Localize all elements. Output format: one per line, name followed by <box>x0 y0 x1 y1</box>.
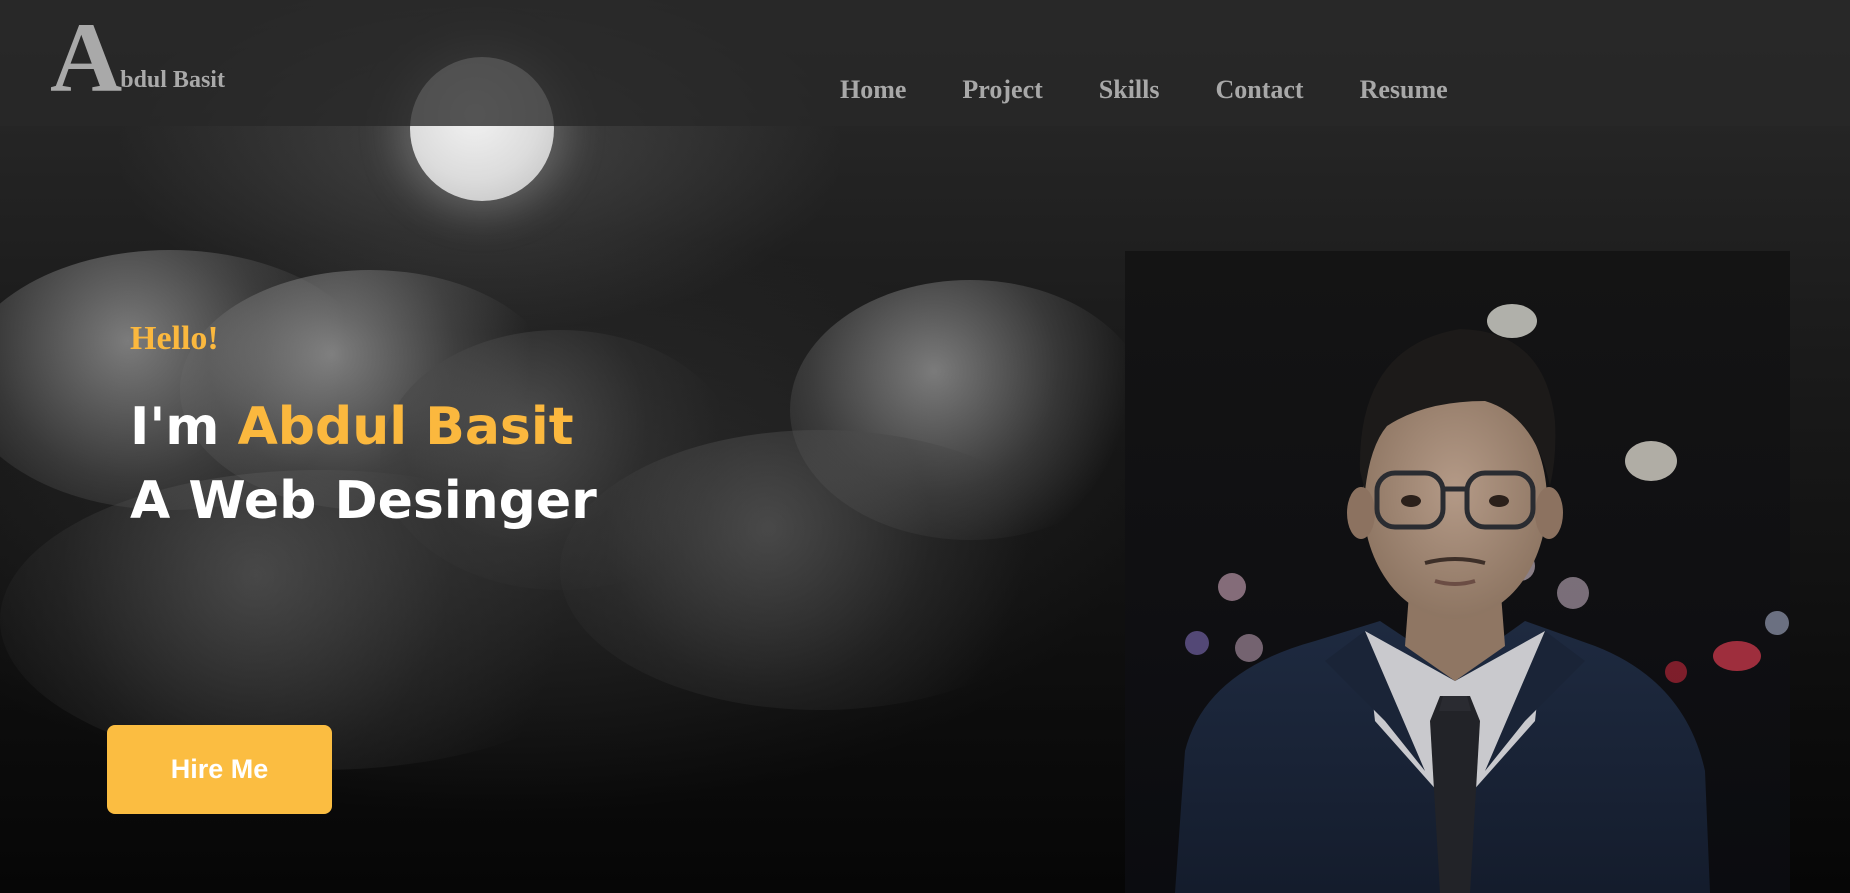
page: A bdul Basit Home Project Skills Contact… <box>0 0 1850 893</box>
nav-home[interactable]: Home <box>840 72 906 108</box>
logo-text: bdul Basit <box>120 67 225 93</box>
nav-skills[interactable]: Skills <box>1099 72 1160 108</box>
nav-resume[interactable]: Resume <box>1360 72 1448 108</box>
hero-role: A Web Desinger <box>130 471 597 531</box>
hero-greeting: Hello! <box>130 320 219 357</box>
hero-headline: I'm Abdul Basit A Web Desinger <box>130 390 597 538</box>
hero-name: Abdul Basit <box>237 397 574 457</box>
nav-contact[interactable]: Contact <box>1216 72 1304 108</box>
hero-line-1: I'm Abdul Basit <box>130 390 597 464</box>
hire-me-button[interactable]: Hire Me <box>107 725 332 814</box>
hero-intro: I'm <box>130 397 238 457</box>
main-nav: Home Project Skills Contact Resume <box>840 72 1448 108</box>
cloud-shape <box>560 430 1080 710</box>
profile-photo <box>1125 251 1790 893</box>
person-portrait <box>1175 329 1710 893</box>
logo-letter: A <box>50 2 123 113</box>
nav-project[interactable]: Project <box>962 72 1042 108</box>
hero-text: Hello! I'm Abdul Basit A Web Desinger <box>130 318 597 538</box>
top-navbar: A bdul Basit Home Project Skills Contact… <box>0 0 1850 126</box>
site-logo[interactable]: A bdul Basit <box>50 2 225 113</box>
